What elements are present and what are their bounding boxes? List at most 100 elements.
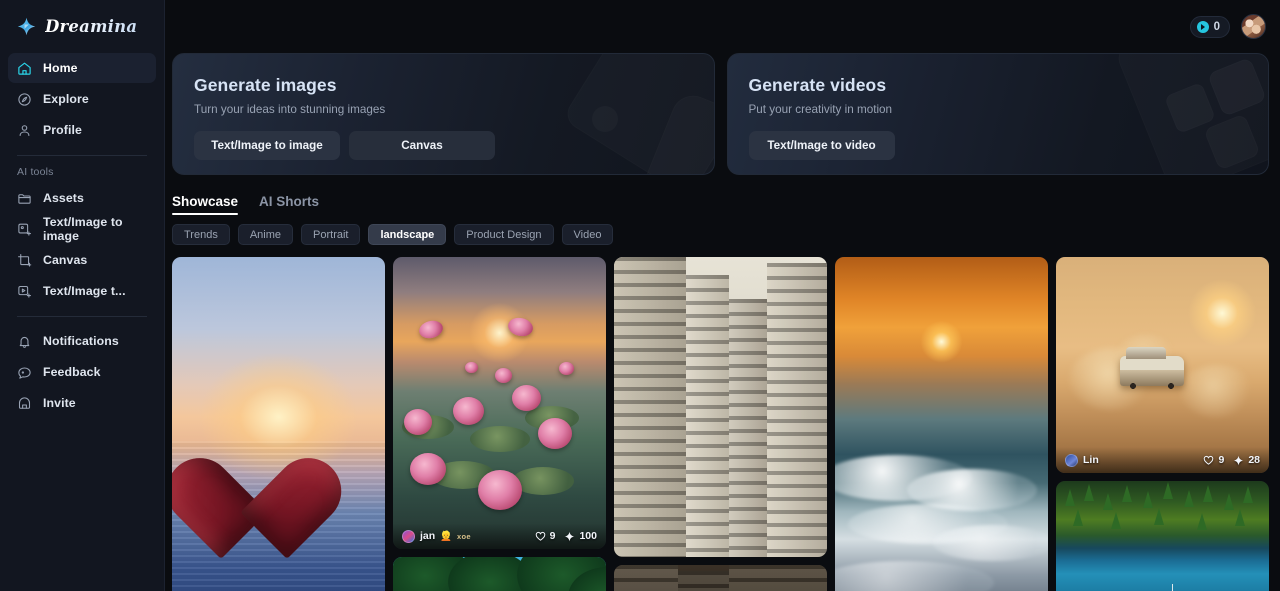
sidebar-item-label: Invite [43, 396, 76, 410]
gallery-tile-heart-ocean-sunset[interactable] [172, 257, 385, 591]
sidebar-item-label: Text/Image t... [43, 284, 126, 298]
promo-cards: Generate images Turn your ideas into stu… [165, 53, 1280, 175]
sidebar-item-feedback[interactable]: Feedback [8, 357, 156, 387]
chip-video[interactable]: Video [561, 224, 614, 245]
gallery-tile-forest-lake-boat[interactable] [1056, 481, 1269, 591]
gallery-column [172, 257, 385, 591]
heart-icon [1203, 455, 1214, 466]
promo-buttons: Text/Image to video [748, 131, 1269, 160]
showcase-gallery: jan 👱 xoe 9 100 Lin 9 28 [165, 245, 1280, 591]
chip-trends[interactable]: Trends [172, 224, 230, 245]
tile-stats: 9 100 [535, 530, 597, 542]
heart-icon [535, 531, 546, 542]
artwork [1056, 481, 1269, 591]
canvas-frame-icon [17, 253, 32, 268]
gallery-tile-city-buildings[interactable] [614, 257, 827, 557]
gallery-tile-ocean-wave-sunset[interactable] [835, 257, 1048, 591]
star-stat[interactable]: 28 [1233, 454, 1260, 466]
artwork [393, 257, 606, 549]
promo-card-generate-videos[interactable]: Generate videos Put your creativity in m… [726, 53, 1269, 175]
compass-icon [17, 92, 32, 107]
promo-subtitle: Turn your ideas into stunning images [194, 103, 386, 116]
video-plus-icon [17, 284, 32, 299]
sidebar-item-canvas[interactable]: Canvas [8, 245, 156, 275]
chip-product-design[interactable]: Product Design [454, 224, 554, 245]
gallery-tile-desert-jeep[interactable]: Lin 9 28 [1056, 257, 1269, 473]
sidebar-item-explore[interactable]: Explore [8, 84, 156, 114]
promo-title: Generate images [194, 75, 337, 95]
sidebar-item-label: Notifications [43, 334, 119, 348]
sparkle-star-icon [17, 17, 36, 36]
text-image-to-image-button[interactable]: Text/Image to image [194, 131, 340, 160]
canvas-button[interactable]: Canvas [349, 131, 495, 160]
sidebar-item-label: Profile [43, 123, 82, 137]
like-stat[interactable]: 9 [1203, 454, 1224, 466]
sidebar-item-assets[interactable]: Assets [8, 183, 156, 213]
like-count: 9 [549, 530, 556, 542]
sidebar-nav-footer: Notifications Feedback Invite [0, 326, 164, 418]
artwork [835, 257, 1048, 591]
promo-subtitle: Put your creativity in motion [748, 103, 893, 116]
avatar[interactable] [1241, 14, 1266, 39]
sidebar-section-label: AI tools [17, 166, 54, 178]
star-count: 100 [579, 530, 597, 542]
gallery-tile-street-cars[interactable] [614, 565, 827, 591]
gallery-column [835, 257, 1048, 591]
sidebar-item-label: Feedback [43, 365, 101, 379]
author-avatar [1065, 453, 1078, 467]
tile-author[interactable]: jan 👱 xoe [402, 529, 471, 543]
sidebar-item-home[interactable]: Home [8, 53, 156, 83]
tab-showcase[interactable]: Showcase [172, 194, 239, 215]
sidebar-item-label: Home [43, 61, 78, 75]
artwork [614, 565, 827, 591]
star-stat[interactable]: 100 [564, 530, 597, 542]
sparkle-icon [564, 531, 575, 542]
app-root: Dreamina Home Explore Profile AI tools A… [0, 0, 1280, 591]
artwork [1056, 257, 1269, 473]
artwork [172, 257, 385, 591]
artwork [614, 257, 827, 557]
credits-count: 0 [1213, 20, 1220, 33]
category-filter-chips: Trends Anime Portrait landscape Product … [165, 215, 1280, 245]
topbar: 0 [165, 0, 1280, 53]
promo-card-generate-images[interactable]: Generate images Turn your ideas into stu… [172, 53, 715, 175]
author-avatar [402, 529, 415, 543]
folder-icon [17, 191, 32, 206]
sidebar-item-text-image-to-image[interactable]: Text/Image to image [8, 214, 156, 244]
credits-badge[interactable]: 0 [1189, 15, 1230, 38]
image-plus-icon [17, 222, 32, 237]
chip-portrait[interactable]: Portrait [301, 224, 361, 245]
gallery-column: Lin 9 28 [1056, 257, 1269, 591]
chip-landscape[interactable]: landscape [368, 224, 447, 245]
sidebar-item-notifications[interactable]: Notifications [8, 326, 156, 356]
sidebar-item-label: Text/Image to image [43, 215, 123, 243]
tile-author[interactable]: Lin [1065, 453, 1099, 467]
sidebar-nav-primary: Home Explore Profile [0, 53, 164, 145]
sidebar-item-label: Canvas [43, 253, 88, 267]
text-image-to-video-button[interactable]: Text/Image to video [748, 131, 895, 160]
like-stat[interactable]: 9 [535, 530, 556, 542]
main-content: 0 Generate images Turn your ideas into s… [165, 0, 1280, 591]
star-count: 28 [1248, 454, 1260, 466]
tab-ai-shorts[interactable]: AI Shorts [259, 194, 319, 215]
sidebar-item-invite[interactable]: Invite [8, 388, 156, 418]
brand[interactable]: Dreamina [0, 0, 164, 53]
like-count: 9 [1218, 454, 1225, 466]
chat-icon [17, 365, 32, 380]
brand-name: Dreamina [45, 17, 138, 36]
credit-coin-icon [1196, 20, 1209, 33]
sidebar-item-text-image-to-video[interactable]: Text/Image t... [8, 276, 156, 306]
author-name: jan [420, 530, 436, 542]
sidebar-item-label: Explore [43, 92, 89, 106]
tile-meta: Lin 9 28 [1056, 447, 1269, 473]
chip-anime[interactable]: Anime [237, 224, 294, 245]
author-name: Lin [1083, 454, 1099, 466]
sidebar-nav-tools: Assets Text/Image to image Canvas Text/I… [0, 183, 164, 306]
sidebar: Dreamina Home Explore Profile AI tools A… [0, 0, 165, 591]
sidebar-item-profile[interactable]: Profile [8, 115, 156, 145]
tile-stats: 9 28 [1203, 454, 1260, 466]
gallery-tile-roses-water-sunset[interactable]: jan 👱 xoe 9 100 [393, 257, 606, 549]
sidebar-item-label: Assets [43, 191, 84, 205]
gallery-tile-palm-trees-sky[interactable] [393, 557, 606, 591]
